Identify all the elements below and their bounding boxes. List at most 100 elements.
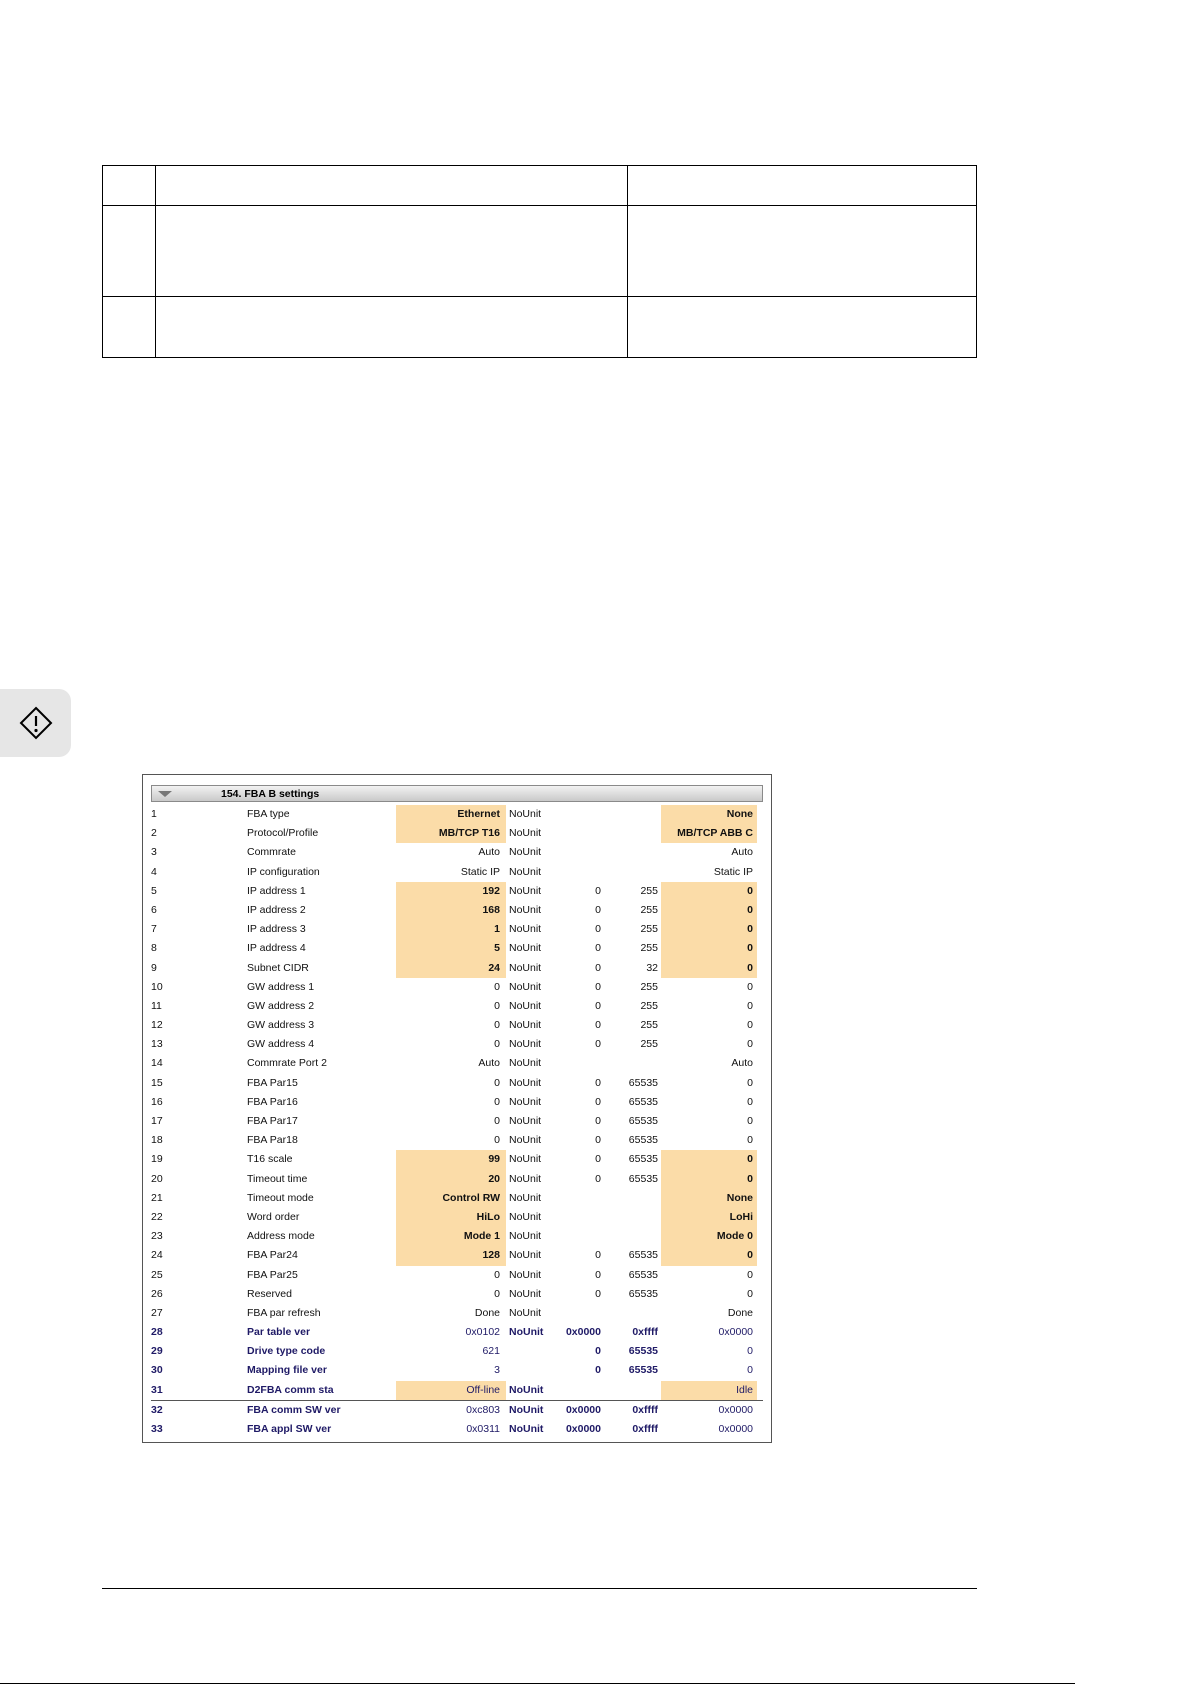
parameter-row[interactable]: 3 Commrate Auto NoUnit Auto [151,843,763,862]
group-header[interactable]: 154. FBA B settings [151,785,763,802]
parameter-row[interactable]: 16 FBA Par16 0 NoUnit 0 65535 0 [151,1093,763,1112]
parameter-row[interactable]: 10 GW address 1 0 NoUnit 0 255 0 [151,978,763,997]
param-name: IP address 2 [247,903,306,916]
parameter-row[interactable]: 26 Reserved 0 NoUnit 0 65535 0 [151,1285,763,1304]
param-value[interactable]: 0xc803 [396,1401,506,1420]
parameter-row[interactable]: 14 Commrate Port 2 Auto NoUnit Auto [151,1054,763,1073]
param-max: 255 [640,942,658,955]
parameter-row[interactable]: 11 GW address 2 0 NoUnit 0 255 0 [151,997,763,1016]
param-name: GW address 3 [247,1019,315,1032]
param-value[interactable]: 192 [396,881,506,901]
parameter-row[interactable]: 15 FBA Par15 0 NoUnit 0 65535 0 [151,1074,763,1093]
param-value[interactable]: 0 [396,1131,506,1150]
param-name: Reserved [247,1287,292,1300]
parameter-row[interactable]: 20 Timeout time 20 NoUnit 0 65535 0 [151,1169,763,1189]
param-value[interactable]: 0x0311 [396,1420,506,1439]
parameter-row[interactable]: 22 Word order HiLo NoUnit LoHi [151,1207,763,1228]
param-value[interactable]: Done [396,1304,506,1323]
param-index: 6 [151,903,157,916]
param-value[interactable]: 5 [396,939,506,959]
param-value[interactable]: 24 [396,958,506,978]
param-max [605,824,658,843]
param-max: 255 [640,923,658,936]
param-value[interactable]: 0 [396,1266,506,1285]
param-min: 0 [595,999,601,1012]
parameter-row[interactable]: 29 Drive type code 621 0 65535 0 [151,1342,763,1361]
parameter-row[interactable]: 32 FBA comm SW ver 0xc803 NoUnit 0x0000 0xfff… [151,1399,763,1420]
parameter-row[interactable]: 7 IP address 3 1 NoUnit 0 255 0 [151,920,763,940]
param-value[interactable]: Auto [396,843,506,862]
param-value[interactable]: MB/TCP T16 [396,824,506,844]
parameter-row[interactable]: 21 Timeout mode Control RW NoUnit None [151,1188,763,1208]
parameter-row[interactable]: 5 IP address 1 192 NoUnit 0 255 0 [151,881,763,901]
param-index: 12 [151,1019,163,1032]
param-value[interactable]: Auto [396,1054,506,1073]
param-value[interactable]: 0 [396,1074,506,1093]
param-value[interactable]: 0 [396,978,506,997]
param-name: T16 scale [247,1153,293,1166]
param-value[interactable]: 168 [396,900,506,921]
param-default: 0 [747,1345,753,1358]
param-value[interactable]: 0 [396,1112,506,1131]
param-value[interactable]: 0 [396,997,506,1016]
parameter-row[interactable]: 28 Par table ver 0x0102 NoUnit 0x0000 0xffff 0… [151,1323,763,1342]
parameter-row[interactable]: 9 Subnet CIDR 24 NoUnit 0 32 0 [151,958,763,978]
param-value[interactable]: Ethernet [396,805,506,825]
param-value[interactable]: Static IP [396,863,506,882]
param-default: 0 [747,999,753,1012]
triangle-down-icon[interactable] [158,790,172,797]
param-index: 24 [151,1249,163,1262]
parameter-row[interactable]: 18 FBA Par18 0 NoUnit 0 65535 0 [151,1131,763,1150]
parameter-row[interactable]: 2 Protocol/Profile MB/TCP T16 NoUnit MB/TCP … [151,824,763,844]
param-name: Commrate Port 2 [247,1057,327,1070]
param-name: FBA Par15 [247,1076,298,1089]
param-value[interactable]: 0x0102 [396,1323,506,1342]
param-max: 0xffff [632,1403,658,1416]
param-index: 21 [151,1191,163,1204]
parameter-row[interactable]: 24 FBA Par24 128 NoUnit 0 65535 0 [151,1246,763,1266]
parameter-row[interactable]: 19 T16 scale 99 NoUnit 0 65535 0 [151,1150,763,1170]
parameter-row[interactable]: 12 GW address 3 0 NoUnit 0 255 0 [151,1016,763,1035]
param-value[interactable]: 0 [396,1035,506,1054]
param-default: Mode 0 [661,1227,757,1247]
parameter-row[interactable]: 27 FBA par refresh Done NoUnit Done [151,1304,763,1323]
footer-rule [102,1588,977,1589]
parameter-row[interactable]: 4 IP configuration Static IP NoUnit Static I… [151,863,763,882]
param-value[interactable]: 99 [396,1150,506,1170]
param-index: 32 [151,1403,163,1416]
param-value[interactable]: 621 [396,1342,506,1361]
parameter-row[interactable]: 33 FBA appl SW ver 0x0311 NoUnit 0x0000 0xfff… [151,1420,763,1439]
param-value[interactable]: 0 [396,1285,506,1304]
parameter-row[interactable]: 31 D2FBA comm sta Off-line NoUnit Idle [151,1380,763,1400]
param-index: 2 [151,827,157,840]
param-name: Timeout time [247,1172,308,1185]
parameter-row[interactable]: 8 IP address 4 5 NoUnit 0 255 0 [151,939,763,959]
param-min: 0 [595,1019,601,1032]
param-name: Drive type code [247,1345,326,1358]
param-value[interactable]: Off-line [396,1380,506,1400]
param-value[interactable]: 128 [396,1246,506,1266]
param-value[interactable]: Control RW [396,1188,506,1208]
parameter-row[interactable]: 23 Address mode Mode 1 NoUnit Mode 0 [151,1227,763,1247]
parameter-row[interactable]: 25 FBA Par25 0 NoUnit 0 65535 0 [151,1266,763,1285]
parameter-row[interactable]: 6 IP address 2 168 NoUnit 0 255 0 [151,900,763,921]
param-max: 65535 [628,1076,658,1089]
param-index: 3 [151,846,157,859]
param-value[interactable]: 20 [396,1169,506,1189]
param-default: Idle [661,1380,757,1400]
param-value[interactable]: 0 [396,1016,506,1035]
parameter-row[interactable]: 30 Mapping file ver 3 0 65535 0 [151,1361,763,1380]
parameter-row[interactable]: 13 GW address 4 0 NoUnit 0 255 0 [151,1035,763,1054]
param-value[interactable]: Mode 1 [396,1227,506,1247]
param-name: Par table ver [247,1326,311,1339]
parameter-row[interactable]: 17 FBA Par17 0 NoUnit 0 65535 0 [151,1112,763,1131]
param-value[interactable]: 3 [396,1361,506,1380]
param-index: 31 [151,1383,163,1396]
param-max [605,805,658,824]
parameter-row[interactable]: 1 FBA type Ethernet NoUnit None [151,805,763,825]
param-max: 65535 [628,1153,658,1166]
param-value[interactable]: 1 [396,920,506,940]
param-value[interactable]: 0 [396,1093,506,1112]
param-max: 255 [640,884,658,897]
param-value[interactable]: HiLo [396,1207,506,1228]
